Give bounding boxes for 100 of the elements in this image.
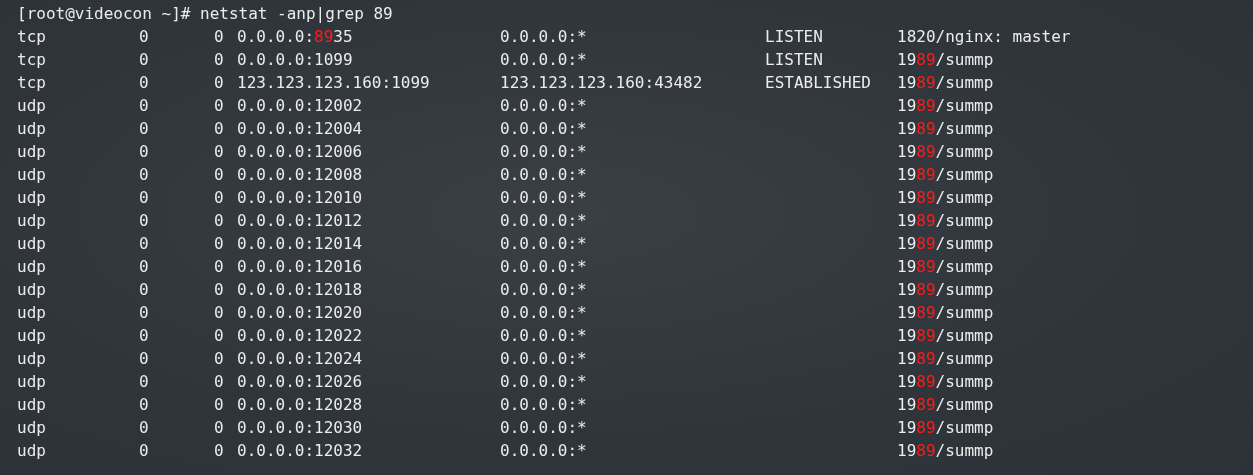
- send-queue-text: 0: [214, 95, 225, 117]
- send-queue-text: 0: [214, 348, 225, 370]
- protocol-text: tcp: [17, 49, 47, 71]
- program-text: 1989/summp: [897, 256, 995, 278]
- send-queue-text: 0: [214, 26, 225, 48]
- foreign-address-text: 0.0.0.0:*: [500, 440, 588, 462]
- protocol-text: udp: [17, 279, 47, 301]
- protocol-text: udp: [17, 417, 47, 439]
- recv-queue-text: 0: [139, 440, 150, 462]
- foreign-address-text: 0.0.0.0:*: [500, 141, 588, 163]
- program-text: 1989/summp: [897, 440, 995, 462]
- local-address-text: 0.0.0.0:12022: [237, 325, 364, 347]
- protocol-text: tcp: [17, 72, 47, 94]
- program-text: 1989/summp: [897, 325, 995, 347]
- program-text: 1820/nginx: master: [897, 26, 1072, 48]
- protocol-text: udp: [17, 118, 47, 140]
- foreign-address-text: 0.0.0.0:*: [500, 233, 588, 255]
- send-queue-text: 0: [214, 164, 225, 186]
- local-address-text: 0.0.0.0:1099: [237, 49, 354, 71]
- recv-queue-text: 0: [139, 394, 150, 416]
- program-text: 1989/summp: [897, 210, 995, 232]
- recv-queue-text: 0: [139, 118, 150, 140]
- foreign-address-text: 0.0.0.0:*: [500, 95, 588, 117]
- program-text: 1989/summp: [897, 233, 995, 255]
- recv-queue-text: 0: [139, 302, 150, 324]
- local-address-text: 0.0.0.0:12004: [237, 118, 364, 140]
- foreign-address-text: 0.0.0.0:*: [500, 325, 588, 347]
- local-address-text: 0.0.0.0:12002: [237, 95, 364, 117]
- state-text: LISTEN: [765, 50, 823, 69]
- send-queue-text: 0: [214, 279, 225, 301]
- program-text: 1989/summp: [897, 72, 995, 94]
- program-text: 1989/summp: [897, 187, 995, 209]
- recv-queue-text: 0: [139, 49, 150, 71]
- foreign-address-text: 0.0.0.0:*: [500, 256, 588, 278]
- protocol-text: udp: [17, 141, 47, 163]
- protocol-text: udp: [17, 187, 47, 209]
- local-address-text: 0.0.0.0:12018: [237, 279, 364, 301]
- local-address-text: 0.0.0.0:12014: [237, 233, 364, 255]
- foreign-address-text: 0.0.0.0:*: [500, 187, 588, 209]
- send-queue-text: 0: [214, 72, 225, 94]
- local-address-text: 0.0.0.0:12010: [237, 187, 364, 209]
- state-text: LISTEN: [765, 27, 823, 46]
- state-text: ESTABLISHED: [765, 73, 871, 92]
- local-address-text: 0.0.0.0:12016: [237, 256, 364, 278]
- program-text: 1989/summp: [897, 279, 995, 301]
- protocol-text: udp: [17, 440, 47, 462]
- protocol-text: udp: [17, 210, 47, 232]
- protocol-text: udp: [17, 302, 47, 324]
- foreign-address-text: 0.0.0.0:*: [500, 302, 588, 324]
- command-line: [root@videocon ~]# netstat -anp|grep 89: [17, 3, 394, 25]
- foreign-address-text: 0.0.0.0:*: [500, 279, 588, 301]
- recv-queue-text: 0: [139, 325, 150, 347]
- program-text: 1989/summp: [897, 95, 995, 117]
- local-address-text: 0.0.0.0:12008: [237, 164, 364, 186]
- recv-queue-text: 0: [139, 72, 150, 94]
- foreign-address-text: 0.0.0.0:*: [500, 371, 588, 393]
- recv-queue-text: 0: [139, 256, 150, 278]
- send-queue-text: 0: [214, 302, 225, 324]
- local-address-text: 0.0.0.0:12032: [237, 440, 364, 462]
- send-queue-text: 0: [214, 210, 225, 232]
- send-queue-text: 0: [214, 233, 225, 255]
- program-text: 1989/summp: [897, 118, 995, 140]
- send-queue-text: 0: [214, 49, 225, 71]
- send-queue-text: 0: [214, 256, 225, 278]
- recv-queue-text: 0: [139, 371, 150, 393]
- send-queue-text: 0: [214, 118, 225, 140]
- program-text: 1989/summp: [897, 394, 995, 416]
- local-address-text: 0.0.0.0:12020: [237, 302, 364, 324]
- protocol-text: udp: [17, 164, 47, 186]
- program-text: 1989/summp: [897, 49, 995, 71]
- recv-queue-text: 0: [139, 95, 150, 117]
- send-queue-text: 0: [214, 187, 225, 209]
- local-address-text: 0.0.0.0:12024: [237, 348, 364, 370]
- local-address-text: 0.0.0.0:12006: [237, 141, 364, 163]
- protocol-text: udp: [17, 325, 47, 347]
- recv-queue-text: 0: [139, 26, 150, 48]
- recv-queue-text: 0: [139, 187, 150, 209]
- foreign-address-text: 0.0.0.0:*: [500, 417, 588, 439]
- send-queue-text: 0: [214, 440, 225, 462]
- recv-queue-text: 0: [139, 141, 150, 163]
- send-queue-text: 0: [214, 325, 225, 347]
- protocol-text: udp: [17, 256, 47, 278]
- protocol-text: udp: [17, 95, 47, 117]
- program-text: 1989/summp: [897, 164, 995, 186]
- recv-queue-text: 0: [139, 233, 150, 255]
- program-text: 1989/summp: [897, 371, 995, 393]
- protocol-text: udp: [17, 371, 47, 393]
- local-address-text: 0.0.0.0:12026: [237, 371, 364, 393]
- program-text: 1989/summp: [897, 417, 995, 439]
- foreign-address-text: 0.0.0.0:*: [500, 164, 588, 186]
- recv-queue-text: 0: [139, 348, 150, 370]
- recv-queue-text: 0: [139, 210, 150, 232]
- recv-queue-text: 0: [139, 417, 150, 439]
- send-queue-text: 0: [214, 417, 225, 439]
- protocol-text: tcp: [17, 26, 47, 48]
- local-address-text: 0.0.0.0:8935: [237, 26, 354, 48]
- foreign-address-text: 0.0.0.0:*: [500, 49, 588, 71]
- send-queue-text: 0: [214, 394, 225, 416]
- local-address-text: 0.0.0.0:12030: [237, 417, 364, 439]
- foreign-address-text: 0.0.0.0:*: [500, 348, 588, 370]
